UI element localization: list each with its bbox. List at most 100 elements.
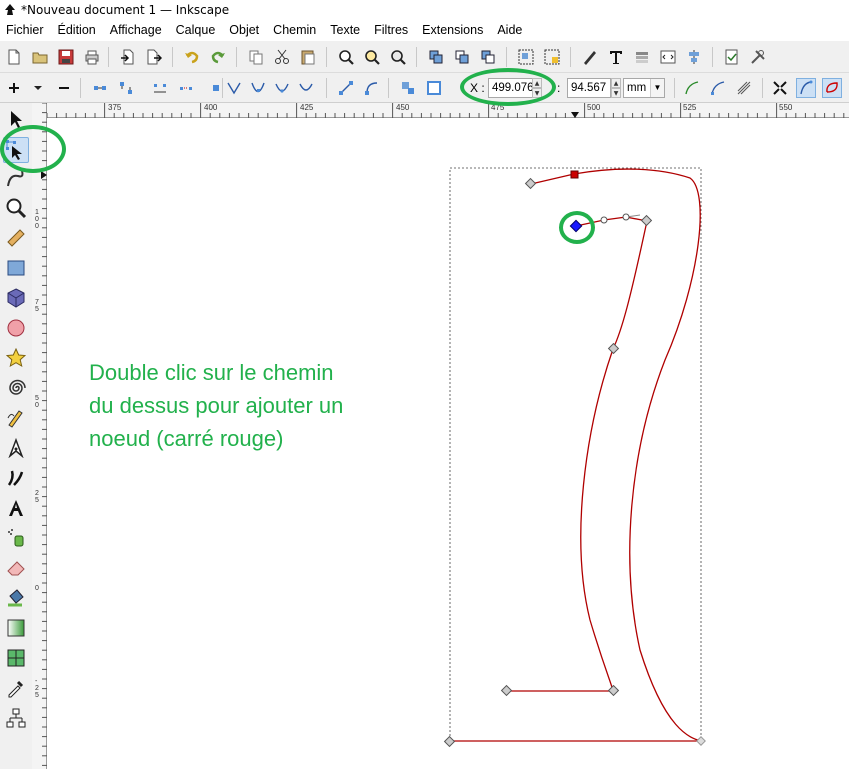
join-nodes-icon[interactable]: [90, 78, 110, 98]
export-icon[interactable]: [144, 47, 164, 67]
zoom-page-icon[interactable]: [388, 47, 408, 67]
new-node-red-square[interactable]: [570, 170, 579, 179]
segment-to-curve-icon[interactable]: [362, 78, 382, 98]
insert-node-menu-chevron-icon[interactable]: [28, 78, 48, 98]
menu-edition[interactable]: Édition: [51, 20, 103, 41]
zoom-tool-icon[interactable]: [3, 195, 29, 221]
3d-box-tool-icon[interactable]: [3, 285, 29, 311]
next-path-effect-icon[interactable]: [682, 78, 702, 98]
menu-calque[interactable]: Calque: [169, 20, 223, 41]
path-node[interactable]: [443, 735, 456, 748]
mesh-tool-icon[interactable]: [3, 645, 29, 671]
undo-icon[interactable]: [182, 47, 202, 67]
delete-node-icon[interactable]: [54, 78, 74, 98]
y-coordinate-spinner[interactable]: ▲ ▼: [611, 78, 621, 98]
path-node[interactable]: [607, 684, 620, 697]
cut-icon[interactable]: [272, 47, 292, 67]
symmetric-node-icon[interactable]: [272, 78, 292, 98]
gradient-tool-icon[interactable]: [3, 615, 29, 641]
menu-texte[interactable]: Texte: [323, 20, 367, 41]
measure-tool-icon[interactable]: [3, 225, 29, 251]
smooth-node-icon[interactable]: [248, 78, 268, 98]
object-to-path-icon[interactable]: [398, 78, 418, 98]
node-toggle-icon[interactable]: [206, 78, 226, 98]
path-outline[interactable]: [449, 168, 702, 742]
import-icon[interactable]: [118, 47, 138, 67]
save-icon[interactable]: [56, 47, 76, 67]
document-properties-icon[interactable]: [722, 47, 742, 67]
ellipse-tool-icon[interactable]: [3, 315, 29, 341]
ruler-label: 2 5: [35, 490, 39, 504]
menu-extensions[interactable]: Extensions: [415, 20, 490, 41]
menu-objet[interactable]: Objet: [222, 20, 266, 41]
ruler-label: 7 5: [35, 299, 39, 313]
path-node[interactable]: [524, 177, 537, 190]
menu-chemin[interactable]: Chemin: [266, 20, 323, 41]
xml-editor-icon[interactable]: [658, 47, 678, 67]
calligraphy-tool-icon[interactable]: [3, 465, 29, 491]
path-node[interactable]: [607, 342, 620, 355]
path-node[interactable]: [696, 736, 706, 746]
stroke-to-path-icon[interactable]: [424, 78, 444, 98]
horizontal-ruler: 375 400 425 450 475 500 525 550: [47, 103, 849, 118]
eraser-tool-icon[interactable]: [3, 555, 29, 581]
path-node[interactable]: [500, 684, 513, 697]
pencil-tool-icon[interactable]: [3, 405, 29, 431]
path-inner-curve[interactable]: [507, 216, 648, 692]
duplicate-icon[interactable]: [426, 47, 446, 67]
ruler-label: 500: [587, 103, 601, 112]
connector-tool-icon[interactable]: [3, 705, 29, 731]
show-path-outline-icon[interactable]: [822, 78, 842, 98]
layers-icon[interactable]: [632, 47, 652, 67]
copy-icon[interactable]: [246, 47, 266, 67]
star-tool-icon[interactable]: [3, 345, 29, 371]
cusp-node-icon[interactable]: [224, 78, 244, 98]
bezier-handle[interactable]: [600, 216, 608, 224]
break-path-icon[interactable]: [116, 78, 136, 98]
zoom-drawing-icon[interactable]: [362, 47, 382, 67]
show-transform-handles-icon[interactable]: [770, 78, 790, 98]
toolbar-separator: [108, 47, 109, 67]
redo-icon[interactable]: [208, 47, 228, 67]
menu-aide[interactable]: Aide: [490, 20, 529, 41]
menu-filtres[interactable]: Filtres: [367, 20, 415, 41]
open-icon[interactable]: [30, 47, 50, 67]
preferences-icon[interactable]: [748, 47, 768, 67]
new-document-icon[interactable]: [4, 47, 24, 67]
show-bezier-handles-icon[interactable]: [796, 78, 816, 98]
bezier-handle[interactable]: [622, 213, 630, 221]
menu-fichier[interactable]: Fichier: [0, 20, 51, 41]
pen-tool-icon[interactable]: [3, 435, 29, 461]
spray-tool-icon[interactable]: [3, 525, 29, 551]
zoom-selection-icon[interactable]: [336, 47, 356, 67]
spiral-tool-icon[interactable]: [3, 375, 29, 401]
delete-segment-icon[interactable]: [176, 78, 196, 98]
menu-affichage[interactable]: Affichage: [103, 20, 169, 41]
ungroup-icon[interactable]: [542, 47, 562, 67]
group-icon[interactable]: [516, 47, 536, 67]
auto-smooth-node-icon[interactable]: [296, 78, 316, 98]
edit-mask-icon[interactable]: [734, 78, 754, 98]
rectangle-tool-icon[interactable]: [3, 255, 29, 281]
print-icon[interactable]: [82, 47, 102, 67]
fill-stroke-icon[interactable]: [580, 47, 600, 67]
unit-select[interactable]: mm ▼: [623, 78, 665, 98]
join-segment-icon[interactable]: [150, 78, 170, 98]
unlink-clone-icon[interactable]: [478, 47, 498, 67]
y-coordinate-input[interactable]: 94.567: [567, 78, 611, 98]
edit-clipping-path-icon[interactable]: [708, 78, 728, 98]
toolbar-separator: [570, 47, 571, 67]
dropper-tool-icon[interactable]: [3, 675, 29, 701]
insert-node-icon[interactable]: [4, 78, 24, 98]
path-node[interactable]: [640, 214, 653, 227]
segment-to-line-icon[interactable]: [336, 78, 356, 98]
clone-icon[interactable]: [452, 47, 472, 67]
paste-icon[interactable]: [298, 47, 318, 67]
text-tool-icon[interactable]: [3, 495, 29, 521]
window-title: *Nouveau document 1 — Inkscape: [21, 3, 230, 17]
drawing-canvas[interactable]: Double clic sur le chemin du dessus pour…: [48, 118, 849, 769]
text-font-icon[interactable]: [606, 47, 626, 67]
paint-bucket-tool-icon[interactable]: [3, 585, 29, 611]
vertical-ruler-ticks: [42, 103, 47, 766]
align-distribute-icon[interactable]: [684, 47, 704, 67]
